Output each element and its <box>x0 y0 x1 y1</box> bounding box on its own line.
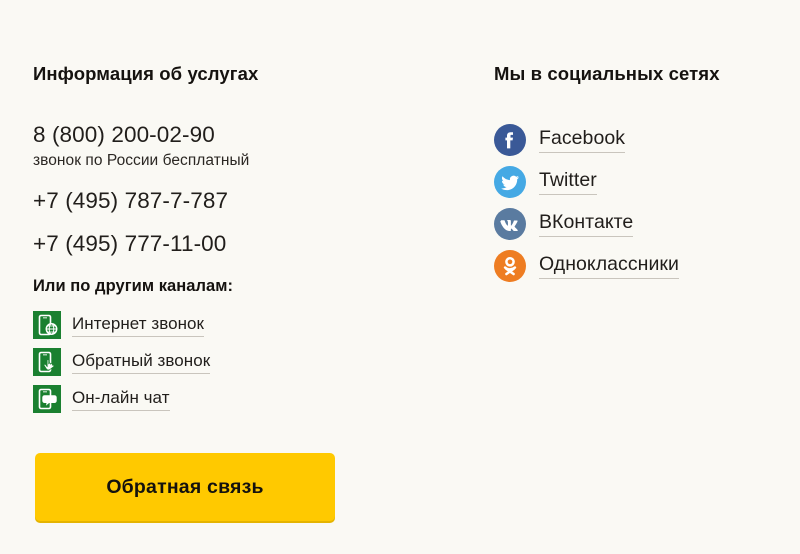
phone-number[interactable]: +7 (495) 787-7-787 <box>33 186 453 215</box>
channel-list: Интернет звонок Обратный звонок Он-лайн … <box>33 308 453 416</box>
services-heading: Информация об услугах <box>33 63 259 84</box>
phone-entry: +7 (495) 777-11-00 <box>33 229 453 258</box>
phone-entry: 8 (800) 200-02-90 звонок по России беспл… <box>33 120 453 172</box>
channel-label[interactable]: Интернет звонок <box>72 314 205 337</box>
social-item-vk[interactable]: ВКонтакте <box>494 203 784 245</box>
phone-note: звонок по России бесплатный <box>33 152 250 169</box>
social-label[interactable]: Одноклассники <box>539 253 679 279</box>
phone-internet-call-icon <box>33 311 61 339</box>
vk-icon <box>494 208 526 240</box>
social-item-facebook[interactable]: Facebook <box>494 119 784 161</box>
phone-entry: +7 (495) 787-7-787 <box>33 186 453 215</box>
social-label[interactable]: Facebook <box>539 127 626 153</box>
phone-callback-icon <box>33 348 61 376</box>
phone-online-chat-icon <box>33 385 61 413</box>
twitter-icon <box>494 166 526 198</box>
social-label[interactable]: Twitter <box>539 169 597 195</box>
social-heading: Мы в социальных сетях <box>494 63 720 84</box>
channel-item-callback[interactable]: Обратный звонок <box>33 345 453 379</box>
social-label[interactable]: ВКонтакте <box>539 211 634 237</box>
social-item-odnoklassniki[interactable]: Одноклассники <box>494 245 784 287</box>
social-link-list: Facebook Twitter ВКонтакте Одноклассники <box>494 119 784 287</box>
channel-item-online-chat[interactable]: Он-лайн чат <box>33 382 453 416</box>
facebook-icon <box>494 124 526 156</box>
services-column: Информация об услугах 8 (800) 200-02-90 … <box>33 62 453 432</box>
channel-label[interactable]: Обратный звонок <box>72 351 211 374</box>
feedback-button[interactable]: Обратная связь <box>35 453 335 521</box>
odnoklassniki-icon <box>494 250 526 282</box>
footer-contacts: Информация об услугах 8 (800) 200-02-90 … <box>0 0 800 554</box>
social-column: Мы в социальных сетях Facebook Twitter В… <box>494 62 784 303</box>
phone-list: 8 (800) 200-02-90 звонок по России беспл… <box>33 120 453 258</box>
channel-item-internet-call[interactable]: Интернет звонок <box>33 308 453 342</box>
phone-number[interactable]: 8 (800) 200-02-90 <box>33 120 453 149</box>
phone-number[interactable]: +7 (495) 777-11-00 <box>33 229 453 258</box>
channel-label[interactable]: Он-лайн чат <box>72 388 170 411</box>
social-item-twitter[interactable]: Twitter <box>494 161 784 203</box>
channels-title: Или по другим каналам: <box>33 277 234 295</box>
